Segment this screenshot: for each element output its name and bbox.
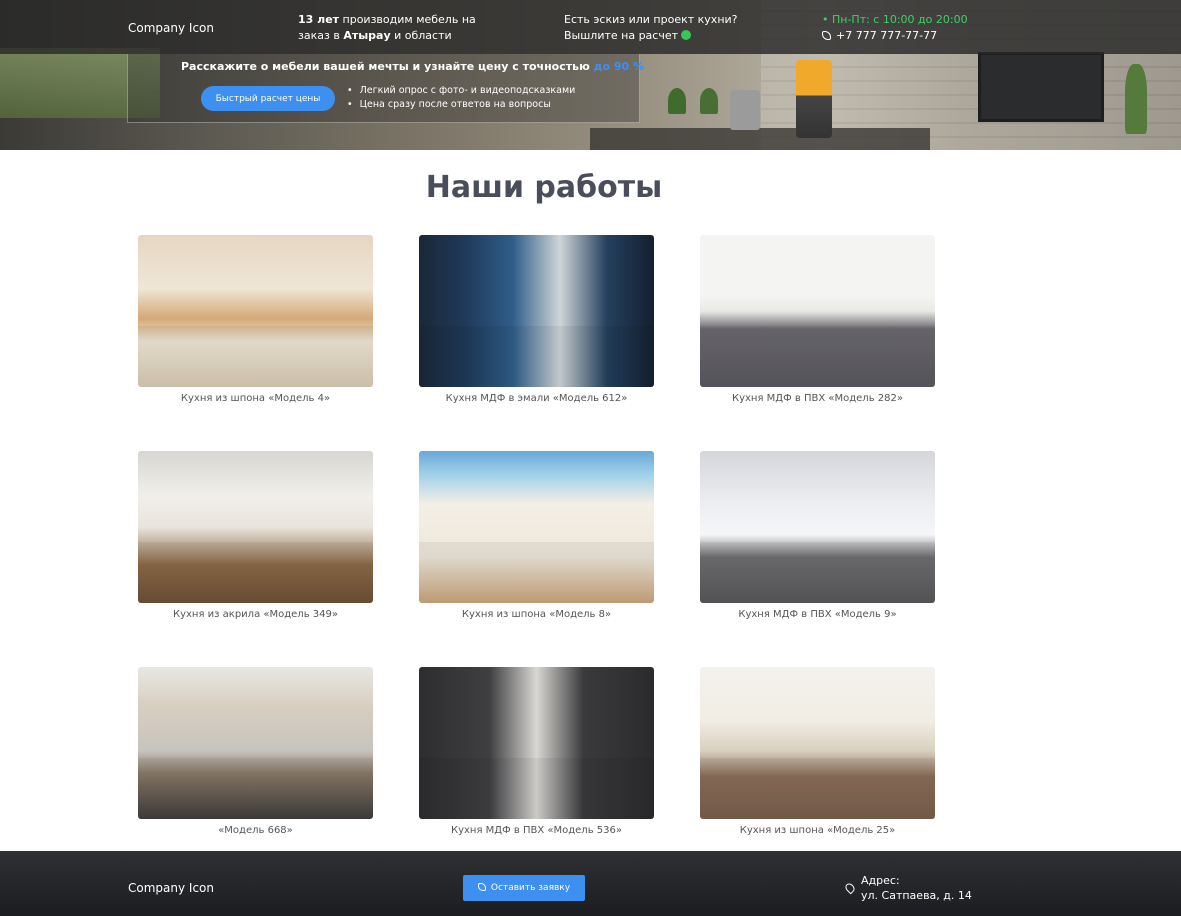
hero-photo-plant bbox=[700, 88, 718, 114]
work-caption: Кухня из шпона «Модель 25» bbox=[739, 825, 896, 836]
work-caption: Кухня из акрила «Модель 349» bbox=[173, 609, 338, 620]
tagline-years: 13 лет bbox=[298, 13, 340, 26]
work-caption: Кухня МДФ в ПВХ «Модель 536» bbox=[451, 825, 622, 836]
work-card[interactable]: Кухня МДФ в ПВХ «Модель 536» bbox=[419, 667, 654, 836]
phone-number: +7 777 777-77-77 bbox=[836, 29, 938, 42]
work-card[interactable]: Кухня МДФ в ПВХ «Модель 282» bbox=[700, 235, 935, 404]
promo-title-text: Расскажите о мебели вашей мечты и узнайт… bbox=[181, 60, 594, 73]
promo-benefits-list: Легкий опрос с фото- и видеоподсказками … bbox=[347, 84, 576, 112]
promo-accuracy: до 90 % bbox=[593, 60, 645, 73]
address-label: Адрес: bbox=[861, 874, 900, 887]
work-card[interactable]: «Модель 668» bbox=[138, 667, 373, 836]
address-value: ул. Сатпаева, д. 14 bbox=[861, 889, 972, 902]
footer-company-logo[interactable]: Company Icon bbox=[128, 881, 214, 895]
work-card[interactable]: Кухня МДФ в эмали «Модель 612» bbox=[419, 235, 654, 404]
whatsapp-icon[interactable] bbox=[681, 30, 692, 40]
hero-photo-plant bbox=[668, 88, 686, 114]
working-hours: • Пн-Пт: с 10:00 до 20:00 bbox=[822, 13, 968, 26]
tagline-city: Атырау bbox=[343, 29, 391, 42]
phone-link[interactable]: +7 777 777-77-77 bbox=[822, 28, 937, 44]
work-card[interactable]: Кухня из шпона «Модель 25» bbox=[700, 667, 935, 836]
location-pin-icon bbox=[843, 881, 857, 895]
work-card[interactable]: Кухня МДФ в ПВХ «Модель 9» bbox=[700, 451, 935, 620]
hero-photo-counter bbox=[590, 128, 930, 150]
send-for-estimate-link[interactable]: Вышлите на расчет bbox=[564, 28, 764, 44]
company-logo[interactable]: Company Icon bbox=[128, 21, 214, 35]
kitchen-photo[interactable] bbox=[700, 451, 935, 603]
hero-banner: Company Icon 13 лет производим мебель на… bbox=[0, 0, 1181, 150]
kitchen-photo[interactable] bbox=[138, 667, 373, 819]
work-card[interactable]: Кухня из шпона «Модель 8» bbox=[419, 451, 654, 620]
work-caption: Кухня из шпона «Модель 8» bbox=[461, 609, 612, 620]
sketch-callout: Есть эскиз или проект кухни? Вышлите на … bbox=[564, 12, 764, 44]
phone-icon bbox=[822, 31, 831, 40]
work-caption: Кухня из шпона «Модель 4» bbox=[180, 393, 331, 404]
leave-request-label: Оставить заявку bbox=[490, 883, 571, 893]
kitchen-photo[interactable] bbox=[419, 451, 654, 603]
kitchen-photo[interactable] bbox=[419, 667, 654, 819]
hero-photo-blender bbox=[796, 60, 832, 138]
kitchen-photo[interactable] bbox=[700, 235, 935, 387]
work-card[interactable]: Кухня из шпона «Модель 4» bbox=[138, 235, 373, 404]
hero-photo-plant bbox=[1125, 64, 1147, 134]
promo-title: Расскажите о мебели вашей мечты и узнайт… bbox=[181, 60, 644, 73]
kitchen-photo[interactable] bbox=[419, 235, 654, 387]
promo-benefit: Цена сразу после ответов на вопросы bbox=[347, 98, 575, 112]
kitchen-photo[interactable] bbox=[700, 667, 935, 819]
promo-benefit: Легкий опрос с фото- и видеоподсказками bbox=[347, 84, 576, 98]
quick-estimate-button[interactable]: Быстрый расчет цены bbox=[201, 86, 335, 111]
works-section-title: Наши работы bbox=[425, 170, 663, 205]
send-for-estimate-label: Вышлите на расчет bbox=[564, 29, 679, 42]
kitchen-photo[interactable] bbox=[138, 451, 373, 603]
tagline-region: и области bbox=[390, 29, 452, 42]
work-caption: Кухня МДФ в ПВХ «Модель 9» bbox=[738, 609, 897, 620]
work-caption: Кухня МДФ в эмали «Модель 612» bbox=[445, 393, 628, 404]
sketch-question: Есть эскиз или проект кухни? bbox=[564, 13, 738, 26]
work-card[interactable]: Кухня из акрила «Модель 349» bbox=[138, 451, 373, 620]
hero-photo-pot bbox=[730, 90, 760, 130]
hero-photo-tv bbox=[978, 52, 1104, 122]
footer: Company Icon Оставить заявку Адрес: ул. … bbox=[0, 851, 1181, 916]
kitchen-photo[interactable] bbox=[138, 235, 373, 387]
work-caption: «Модель 668» bbox=[218, 825, 293, 836]
leave-request-button[interactable]: Оставить заявку bbox=[463, 875, 585, 901]
phone-icon bbox=[477, 883, 486, 891]
work-caption: Кухня МДФ в ПВХ «Модель 282» bbox=[732, 393, 903, 404]
company-tagline: 13 лет производим мебель на заказ в Атыр… bbox=[298, 12, 498, 44]
